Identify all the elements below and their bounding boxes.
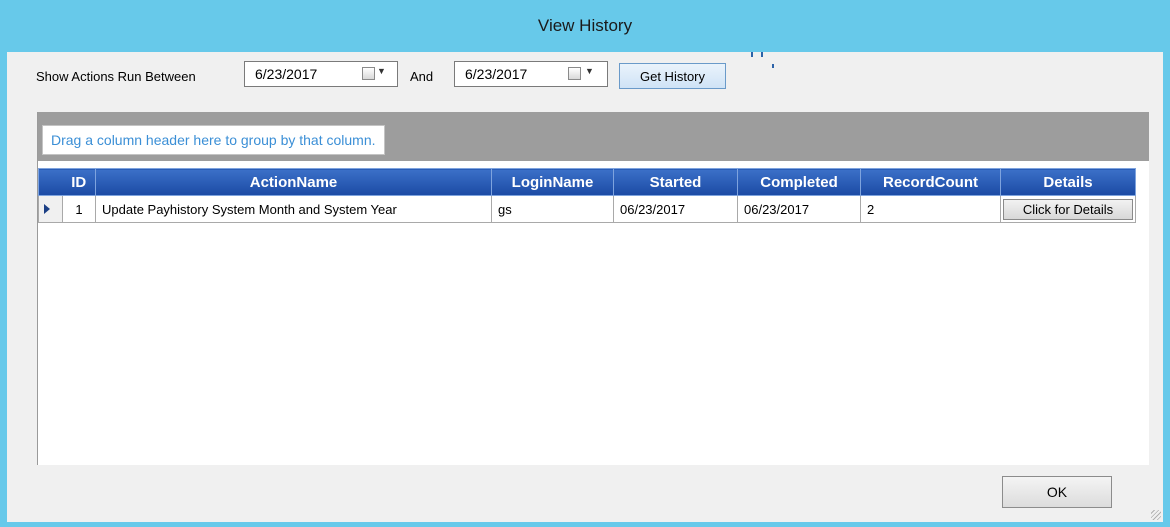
history-table: ID ActionName LoginName Started Complete… bbox=[38, 168, 1136, 223]
show-actions-label: Show Actions Run Between bbox=[36, 69, 196, 84]
column-header-record-count[interactable]: RecordCount bbox=[860, 168, 1001, 196]
filter-toolbar: Show Actions Run Between 6/23/2017 ▼ And… bbox=[7, 52, 1163, 102]
cell-action-name[interactable]: Update Payhistory System Month and Syste… bbox=[95, 195, 492, 223]
end-date-value: 6/23/2017 bbox=[465, 66, 528, 82]
column-header-row: ID ActionName LoginName Started Complete… bbox=[38, 168, 1136, 196]
cell-details: Click for Details bbox=[1000, 195, 1136, 223]
dropdown-arrow-icon[interactable]: ▼ bbox=[377, 66, 386, 76]
table-row[interactable]: 1 Update Payhistory System Month and Sys… bbox=[38, 195, 1136, 223]
dialog-client-area: Show Actions Run Between 6/23/2017 ▼ And… bbox=[7, 52, 1163, 522]
end-date-picker[interactable]: 6/23/2017 ▼ bbox=[454, 61, 608, 87]
column-header-started[interactable]: Started bbox=[613, 168, 738, 196]
column-header-completed[interactable]: Completed bbox=[737, 168, 861, 196]
cell-started[interactable]: 06/23/2017 bbox=[613, 195, 738, 223]
current-row-arrow-icon bbox=[44, 204, 50, 214]
group-by-panel[interactable]: Drag a column header here to group by th… bbox=[38, 112, 1149, 161]
view-history-window: View History Show Actions Run Between 6/… bbox=[0, 0, 1170, 527]
cell-id[interactable]: 1 bbox=[62, 195, 96, 223]
column-header-id[interactable]: ID bbox=[62, 168, 96, 196]
resize-grip-icon[interactable] bbox=[1151, 510, 1161, 520]
header-row-selector bbox=[38, 168, 63, 196]
cell-record-count[interactable]: 2 bbox=[860, 195, 1001, 223]
render-artifact-mark bbox=[761, 52, 763, 57]
column-header-details[interactable]: Details bbox=[1000, 168, 1136, 196]
cell-completed[interactable]: 06/23/2017 bbox=[737, 195, 861, 223]
column-header-action-name[interactable]: ActionName bbox=[95, 168, 492, 196]
render-artifact-mark bbox=[772, 64, 774, 68]
click-for-details-button[interactable]: Click for Details bbox=[1003, 198, 1133, 220]
cell-login-name[interactable]: gs bbox=[491, 195, 614, 223]
render-artifact-mark bbox=[751, 52, 753, 57]
row-selector[interactable] bbox=[38, 195, 63, 223]
dropdown-arrow-icon[interactable]: ▼ bbox=[585, 66, 594, 76]
and-label: And bbox=[410, 69, 434, 84]
start-date-picker[interactable]: 6/23/2017 ▼ bbox=[244, 61, 398, 87]
ok-button[interactable]: OK bbox=[1002, 476, 1112, 508]
calendar-icon[interactable] bbox=[362, 67, 375, 80]
window-title: View History bbox=[537, 16, 633, 35]
column-header-login-name[interactable]: LoginName bbox=[491, 168, 614, 196]
history-grid: Drag a column header here to group by th… bbox=[37, 112, 1149, 465]
calendar-icon[interactable] bbox=[568, 67, 581, 80]
start-date-value: 6/23/2017 bbox=[255, 66, 318, 82]
get-history-button[interactable]: Get History bbox=[619, 63, 726, 89]
group-by-hint: Drag a column header here to group by th… bbox=[42, 125, 385, 155]
